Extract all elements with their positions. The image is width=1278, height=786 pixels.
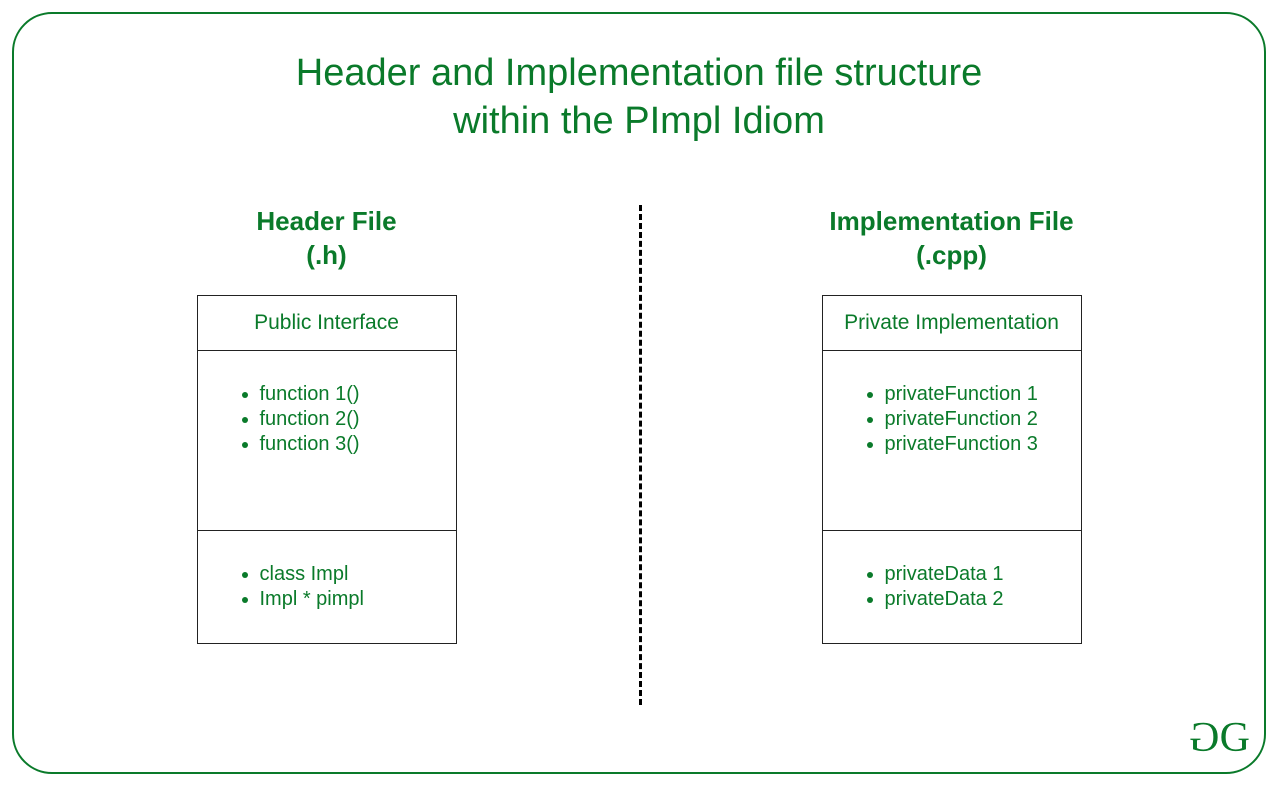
content-area: Header File (.h) Public Interface functi… <box>14 205 1264 644</box>
geeksforgeeks-logo: GG <box>1193 714 1246 762</box>
main-title: Header and Implementation file structure… <box>14 50 1264 145</box>
logo-glyph-right: G <box>1220 715 1246 761</box>
header-file-functions-list: function 1() function 2() function 3() <box>242 383 436 456</box>
left-heading-line-2: (.h) <box>306 240 346 270</box>
title-line-1: Header and Implementation file structure <box>296 52 982 94</box>
right-heading-line-1: Implementation File <box>829 206 1073 236</box>
right-heading-line-2: (.cpp) <box>916 240 987 270</box>
vertical-divider <box>639 205 642 705</box>
header-file-box: Public Interface function 1() function 2… <box>197 295 457 644</box>
list-item: function 3() <box>260 433 436 456</box>
header-file-impl-list: class Impl Impl * pimpl <box>242 563 436 611</box>
implementation-file-data-list: privateData 1 privateData 2 <box>867 563 1061 611</box>
logo-glyph-left: G <box>1193 714 1219 762</box>
header-file-impl-section: class Impl Impl * pimpl <box>198 531 456 643</box>
implementation-file-functions-list: privateFunction 1 privateFunction 2 priv… <box>867 383 1061 456</box>
list-item: function 1() <box>260 383 436 406</box>
implementation-file-data-section: privateData 1 privateData 2 <box>823 531 1081 643</box>
header-file-box-header: Public Interface <box>198 296 456 351</box>
list-item: privateFunction 3 <box>885 433 1061 456</box>
list-item: Impl * pimpl <box>260 588 436 611</box>
left-column-title: Header File (.h) <box>256 205 396 273</box>
list-item: privateData 1 <box>885 563 1061 586</box>
right-column: Implementation File (.cpp) Private Imple… <box>639 205 1264 644</box>
list-item: privateData 2 <box>885 588 1061 611</box>
left-heading-line-1: Header File <box>256 206 396 236</box>
diagram-frame: Header and Implementation file structure… <box>12 12 1266 774</box>
header-file-functions-section: function 1() function 2() function 3() <box>198 351 456 531</box>
implementation-file-functions-section: privateFunction 1 privateFunction 2 priv… <box>823 351 1081 531</box>
title-line-2: within the PImpl Idiom <box>453 100 825 142</box>
implementation-file-box: Private Implementation privateFunction 1… <box>822 295 1082 644</box>
right-column-title: Implementation File (.cpp) <box>829 205 1073 273</box>
list-item: privateFunction 2 <box>885 408 1061 431</box>
list-item: function 2() <box>260 408 436 431</box>
left-column: Header File (.h) Public Interface functi… <box>14 205 639 644</box>
list-item: class Impl <box>260 563 436 586</box>
implementation-file-box-header: Private Implementation <box>823 296 1081 351</box>
list-item: privateFunction 1 <box>885 383 1061 406</box>
